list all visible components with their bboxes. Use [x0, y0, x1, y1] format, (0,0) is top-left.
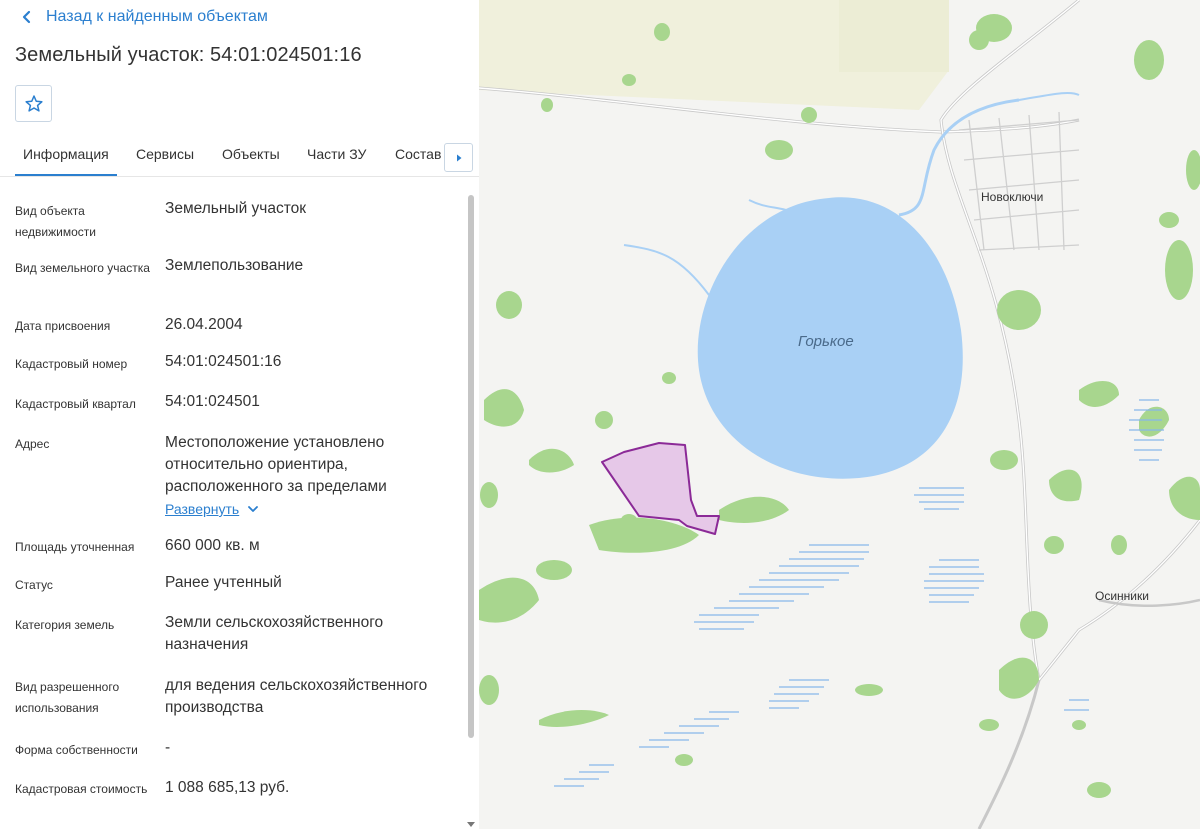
info-panel: Назад к найденным объектам Земельный уча…	[0, 0, 479, 829]
detail-label: Вид земельного участка	[15, 261, 150, 275]
add-to-favorites-button[interactable]	[15, 85, 52, 122]
tab-composition[interactable]: Состав	[395, 146, 441, 175]
tabs-scroll-right-button[interactable]	[444, 143, 473, 172]
detail-value: Земельный участок	[165, 200, 307, 217]
scrollbar-thumb[interactable]	[468, 195, 474, 738]
lake-label: Горькое	[798, 333, 854, 350]
detail-label: Форма собственности	[15, 743, 138, 757]
details-scrollbar[interactable]	[466, 190, 476, 829]
expand-label: Развернуть	[165, 501, 240, 517]
detail-value: 54:01:024501	[165, 393, 260, 410]
chevron-down-icon	[248, 506, 259, 512]
detail-label: Вид разрешенного использования	[15, 680, 120, 715]
star-icon	[24, 94, 43, 112]
chevron-left-icon	[22, 10, 31, 24]
scroll-down-icon[interactable]	[467, 822, 475, 827]
tab-services[interactable]: Сервисы	[136, 146, 194, 175]
page-title: Земельный участок: 54:01:024501:16	[15, 44, 362, 66]
tab-objects[interactable]: Объекты	[222, 146, 280, 175]
detail-label: Дата присвоения	[15, 319, 111, 333]
detail-label: Статус	[15, 578, 53, 592]
expand-address-link[interactable]: Развернуть	[165, 501, 259, 517]
detail-value: для ведения сельскохозяйственного произв…	[165, 677, 428, 716]
detail-label: Кадастровая стоимость	[15, 782, 148, 796]
village-label-novoklyuchi: Новоключи	[981, 190, 1044, 204]
detail-value: Ранее учтенный	[165, 574, 282, 591]
caret-right-icon	[456, 154, 461, 161]
village-label-osinniki: Осинники	[1095, 589, 1149, 603]
detail-label: Категория земель	[15, 618, 115, 632]
detail-value: 660 000 кв. м	[165, 537, 260, 554]
back-to-results-link[interactable]: Назад к найденным объектам	[18, 6, 268, 28]
tab-information[interactable]: Информация	[15, 146, 117, 176]
field-area	[839, 0, 949, 72]
detail-label: Кадастровый квартал	[15, 397, 136, 411]
detail-label: Адрес	[15, 437, 50, 451]
detail-value: -	[165, 739, 171, 756]
detail-value: 54:01:024501:16	[165, 353, 282, 370]
detail-value: Землепользование	[165, 257, 304, 274]
tab-parcel-parts[interactable]: Части ЗУ	[307, 146, 366, 175]
detail-label: Вид объекта недвижимости	[15, 204, 96, 239]
detail-value: 1 088 685,13 руб.	[165, 779, 290, 796]
tab-bar: Информация Сервисы Объекты Части ЗУ Сост…	[0, 141, 479, 177]
detail-value: Земли сельскохозяйственного назначения	[165, 614, 384, 653]
detail-label: Кадастровый номер	[15, 357, 128, 371]
map-view[interactable]: Горькое Новоключи Осинники	[479, 0, 1200, 829]
detail-label: Площадь уточненная	[15, 540, 135, 554]
map-canvas[interactable]	[479, 0, 1200, 829]
detail-value: 26.04.2004	[165, 316, 243, 333]
back-link-label: Назад к найденным объектам	[46, 8, 268, 25]
detail-value: Местоположение установлено относительно …	[165, 434, 387, 495]
